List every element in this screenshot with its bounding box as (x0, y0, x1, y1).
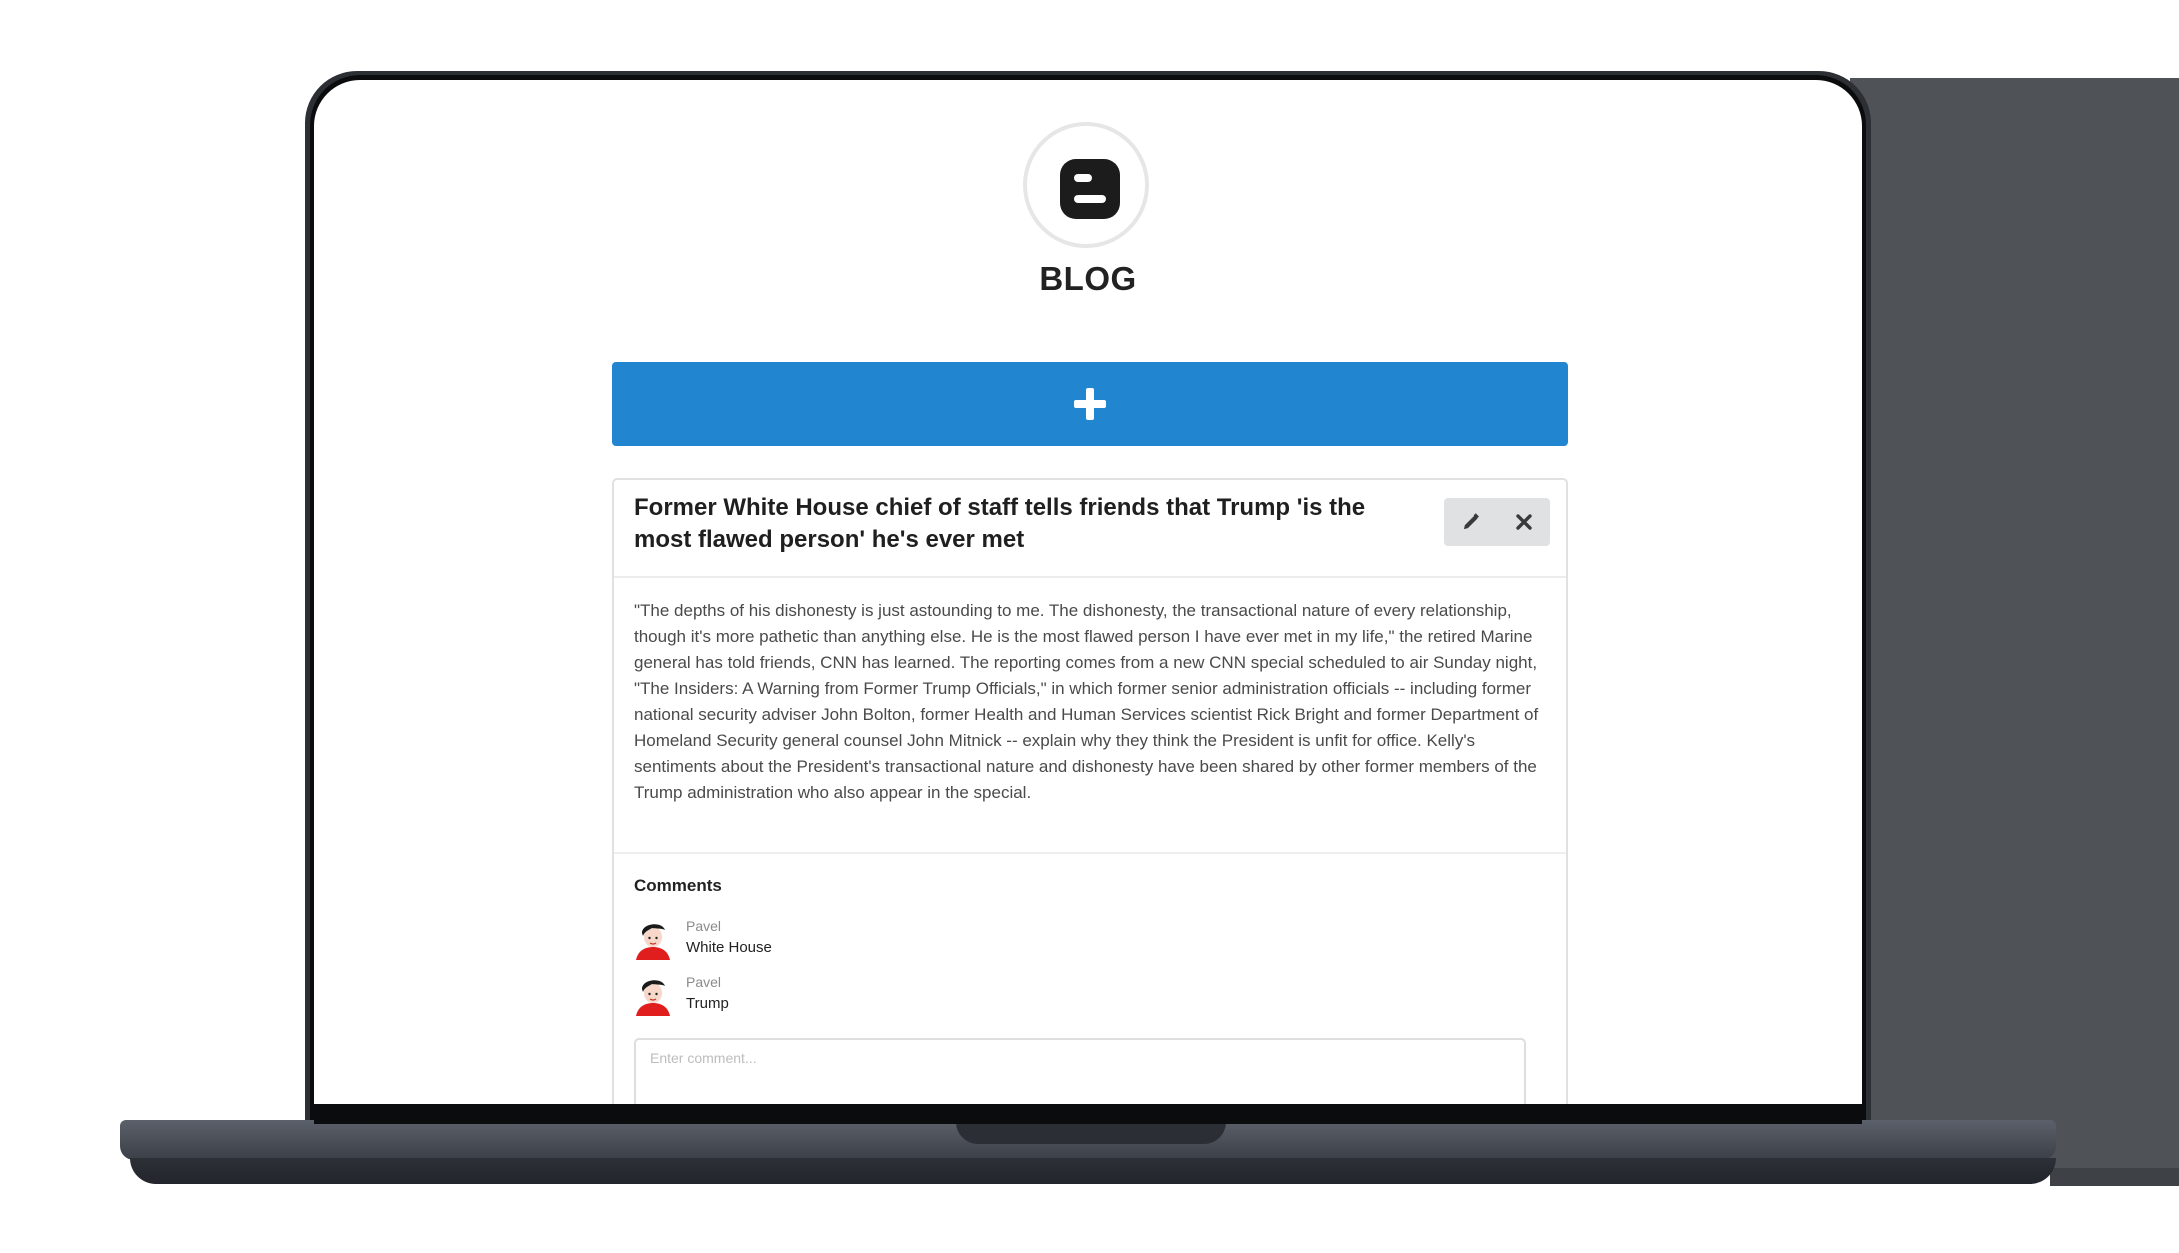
comments-heading: Comments (634, 876, 722, 895)
pencil-icon (1464, 513, 1479, 529)
post-body: "The depths of his dishonesty is just as… (634, 601, 1539, 802)
divider (614, 852, 1566, 854)
avatar (634, 920, 672, 960)
page-title: BLOG (1039, 260, 1137, 297)
laptop-screen: BLOG Former White House chief of staff t… (314, 80, 1862, 1104)
comment-author: Pavel (686, 918, 722, 934)
avatar (634, 976, 672, 1016)
device-base-shadow (2050, 1168, 2179, 1186)
comment-input[interactable] (634, 1038, 1526, 1104)
blogger-logo-icon (1060, 159, 1120, 219)
post-card: Former White House chief of staff tells … (612, 478, 1568, 1104)
add-post-button[interactable] (612, 362, 1568, 446)
comment-text: White House (686, 939, 772, 956)
post-title: Former White House chief of staff tells … (634, 494, 1366, 553)
blog-logo (1023, 122, 1149, 248)
comment-author: Pavel (686, 974, 722, 990)
edit-post-button[interactable] (1444, 498, 1497, 546)
comment-item: Pavel White House (634, 918, 1234, 960)
laptop-base-edge (130, 1158, 2056, 1184)
post-actions (1444, 498, 1550, 546)
screen-bottom-bezel (314, 1104, 1862, 1124)
delete-post-button[interactable] (1497, 498, 1550, 546)
stage: BLOG Former White House chief of staff t… (0, 0, 2179, 1253)
comment-item: Pavel Trump (634, 974, 1234, 1016)
plus-icon (1074, 388, 1106, 420)
device-shadow (1850, 78, 2179, 1168)
close-icon (1516, 514, 1532, 530)
post-header: Former White House chief of staff tells … (614, 480, 1566, 578)
comment-text: Trump (686, 995, 729, 1012)
